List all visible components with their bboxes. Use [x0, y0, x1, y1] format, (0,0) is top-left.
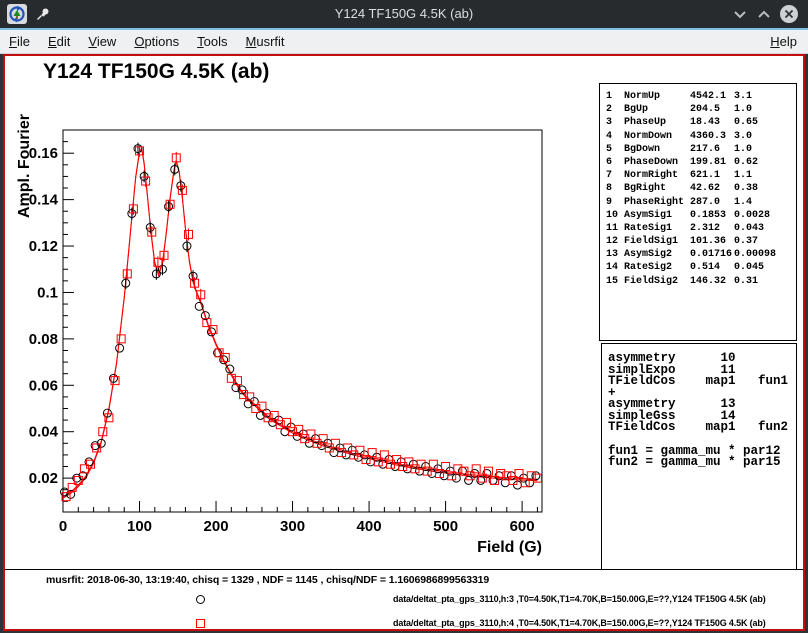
y-tick-label: 0.12	[29, 238, 58, 255]
param-row-AsymSig2: 13AsymSig20.017160.00098	[606, 248, 796, 261]
square-marker-icon	[196, 619, 205, 628]
x-tick-label: 400	[357, 518, 382, 535]
param-row-PhaseUp: 3PhaseUp18.430.65	[606, 116, 796, 129]
x-tick-label: 300	[280, 518, 305, 535]
data-point-square	[307, 430, 315, 438]
menu-view[interactable]: View	[79, 31, 125, 52]
theory-line: fun2 = gamma_mu * par15	[608, 457, 796, 469]
data-point-circle	[116, 344, 124, 352]
y-tick-label: 0.04	[29, 424, 59, 441]
data-point-square	[331, 439, 339, 447]
menu-tools[interactable]: Tools	[188, 31, 236, 52]
fourier-plot[interactable]: Y124 TF150G 4.5K (ab) 0 100 200 300 400 500 600…	[5, 56, 603, 569]
plot-title: Y124 TF150G 4.5K (ab)	[43, 60, 269, 83]
data-point-circle	[452, 474, 460, 482]
param-row-BgUp: 2BgUp204.51.0	[606, 103, 796, 116]
title-bar: Y124 TF150G 4.5K (ab)	[0, 0, 808, 28]
y-tick-label: 0.16	[29, 145, 58, 162]
legend-row-1: data/deltat_pta_gps_3110,h:3 ,T0=4.50K,T…	[5, 593, 803, 607]
x-tick-label: 600	[510, 518, 535, 535]
circle-marker-icon	[196, 595, 205, 604]
theory-box: asymmetry 10simplExpo 11TFieldCos map1 f…	[601, 343, 797, 570]
fit-parameters-box: 1NormUp4542.13.12BgUp204.51.03PhaseUp18.…	[599, 83, 797, 341]
y-tick-label: 0.1	[37, 284, 58, 301]
application-window: Y124 TF150G 4.5K (ab) FileEditViewOption…	[0, 0, 808, 633]
minimize-button[interactable]	[730, 4, 750, 24]
param-row-FieldSig2: 15FieldSig2146.320.31	[606, 275, 796, 288]
series-1-points	[61, 143, 540, 499]
param-row-NormDown: 4NormDown4360.33.0	[606, 130, 796, 143]
param-row-NormRight: 7NormRight621.11.1	[606, 169, 796, 182]
menu-help[interactable]: Help	[759, 31, 808, 52]
menu-edit[interactable]: Edit	[39, 31, 79, 52]
legend-label: data/deltat_pta_gps_3110,h:3 ,T0=4.50K,T…	[393, 594, 766, 604]
menu-options[interactable]: Options	[125, 31, 188, 52]
param-row-BgRight: 8BgRight42.620.38	[606, 182, 796, 195]
x-tick-label: 200	[204, 518, 229, 535]
data-point-square	[117, 335, 125, 343]
data-point-square	[282, 418, 290, 426]
data-point-circle	[514, 481, 522, 489]
param-row-PhaseDown: 6PhaseDown199.810.62	[606, 156, 796, 169]
y-tick-label: 0.02	[29, 470, 58, 487]
x-tick-label: 500	[433, 518, 458, 535]
param-row-RateSig2: 14RateSig20.5140.045	[606, 261, 796, 274]
menu-file[interactable]: File	[0, 31, 39, 52]
param-row-FieldSig1: 12FieldSig1101.360.37	[606, 235, 796, 248]
window-title: Y124 TF150G 4.5K (ab)	[0, 0, 808, 28]
param-row-NormUp: 1NormUp4542.13.1	[606, 90, 796, 103]
theory-line: TFieldCos map1 fun2	[608, 422, 796, 434]
y-tick-label: 0.14	[29, 192, 59, 209]
param-row-RateSig1: 11RateSig12.3120.043	[606, 222, 796, 235]
x-tick-label: 0	[59, 518, 67, 535]
y-tick-label: 0.06	[29, 377, 58, 394]
y-axis-title: Ampl. Fourier	[16, 114, 33, 218]
fit-info-line: musrfit: 2018-06-30, 13:19:40, chisq = 1…	[46, 574, 489, 586]
close-button[interactable]	[779, 4, 799, 24]
legend-row-2: data/deltat_pta_gps_3110,h:4 ,T0=4.50K,T…	[5, 617, 803, 631]
fit-curve-1	[63, 149, 537, 497]
x-tick-label: 100	[127, 518, 152, 535]
y-tick-label: 0.08	[29, 331, 58, 348]
fit-curve-2	[63, 150, 537, 498]
menu-musrfit[interactable]: Musrfit	[237, 31, 294, 52]
info-pad: musrfit: 2018-06-30, 13:19:40, chisq = 1…	[5, 570, 803, 629]
root-canvas[interactable]: Y124 TF150G 4.5K (ab) 0 100 200 300 400 500 600…	[3, 54, 805, 631]
x-axis-title: Field (G)	[477, 539, 542, 556]
theory-line: TFieldCos map1 fun1	[608, 376, 796, 388]
maximize-button[interactable]	[754, 4, 774, 24]
menu-bar: FileEditViewOptionsToolsMusrfit Help	[0, 30, 808, 54]
legend-label: data/deltat_pta_gps_3110,h:4 ,T0=4.50K,T…	[393, 618, 766, 628]
param-row-PhaseRight: 9PhaseRight287.01.4	[606, 196, 796, 209]
param-row-BgDown: 5BgDown217.61.0	[606, 143, 796, 156]
param-row-AsymSig1: 10AsymSig10.18530.0028	[606, 209, 796, 222]
